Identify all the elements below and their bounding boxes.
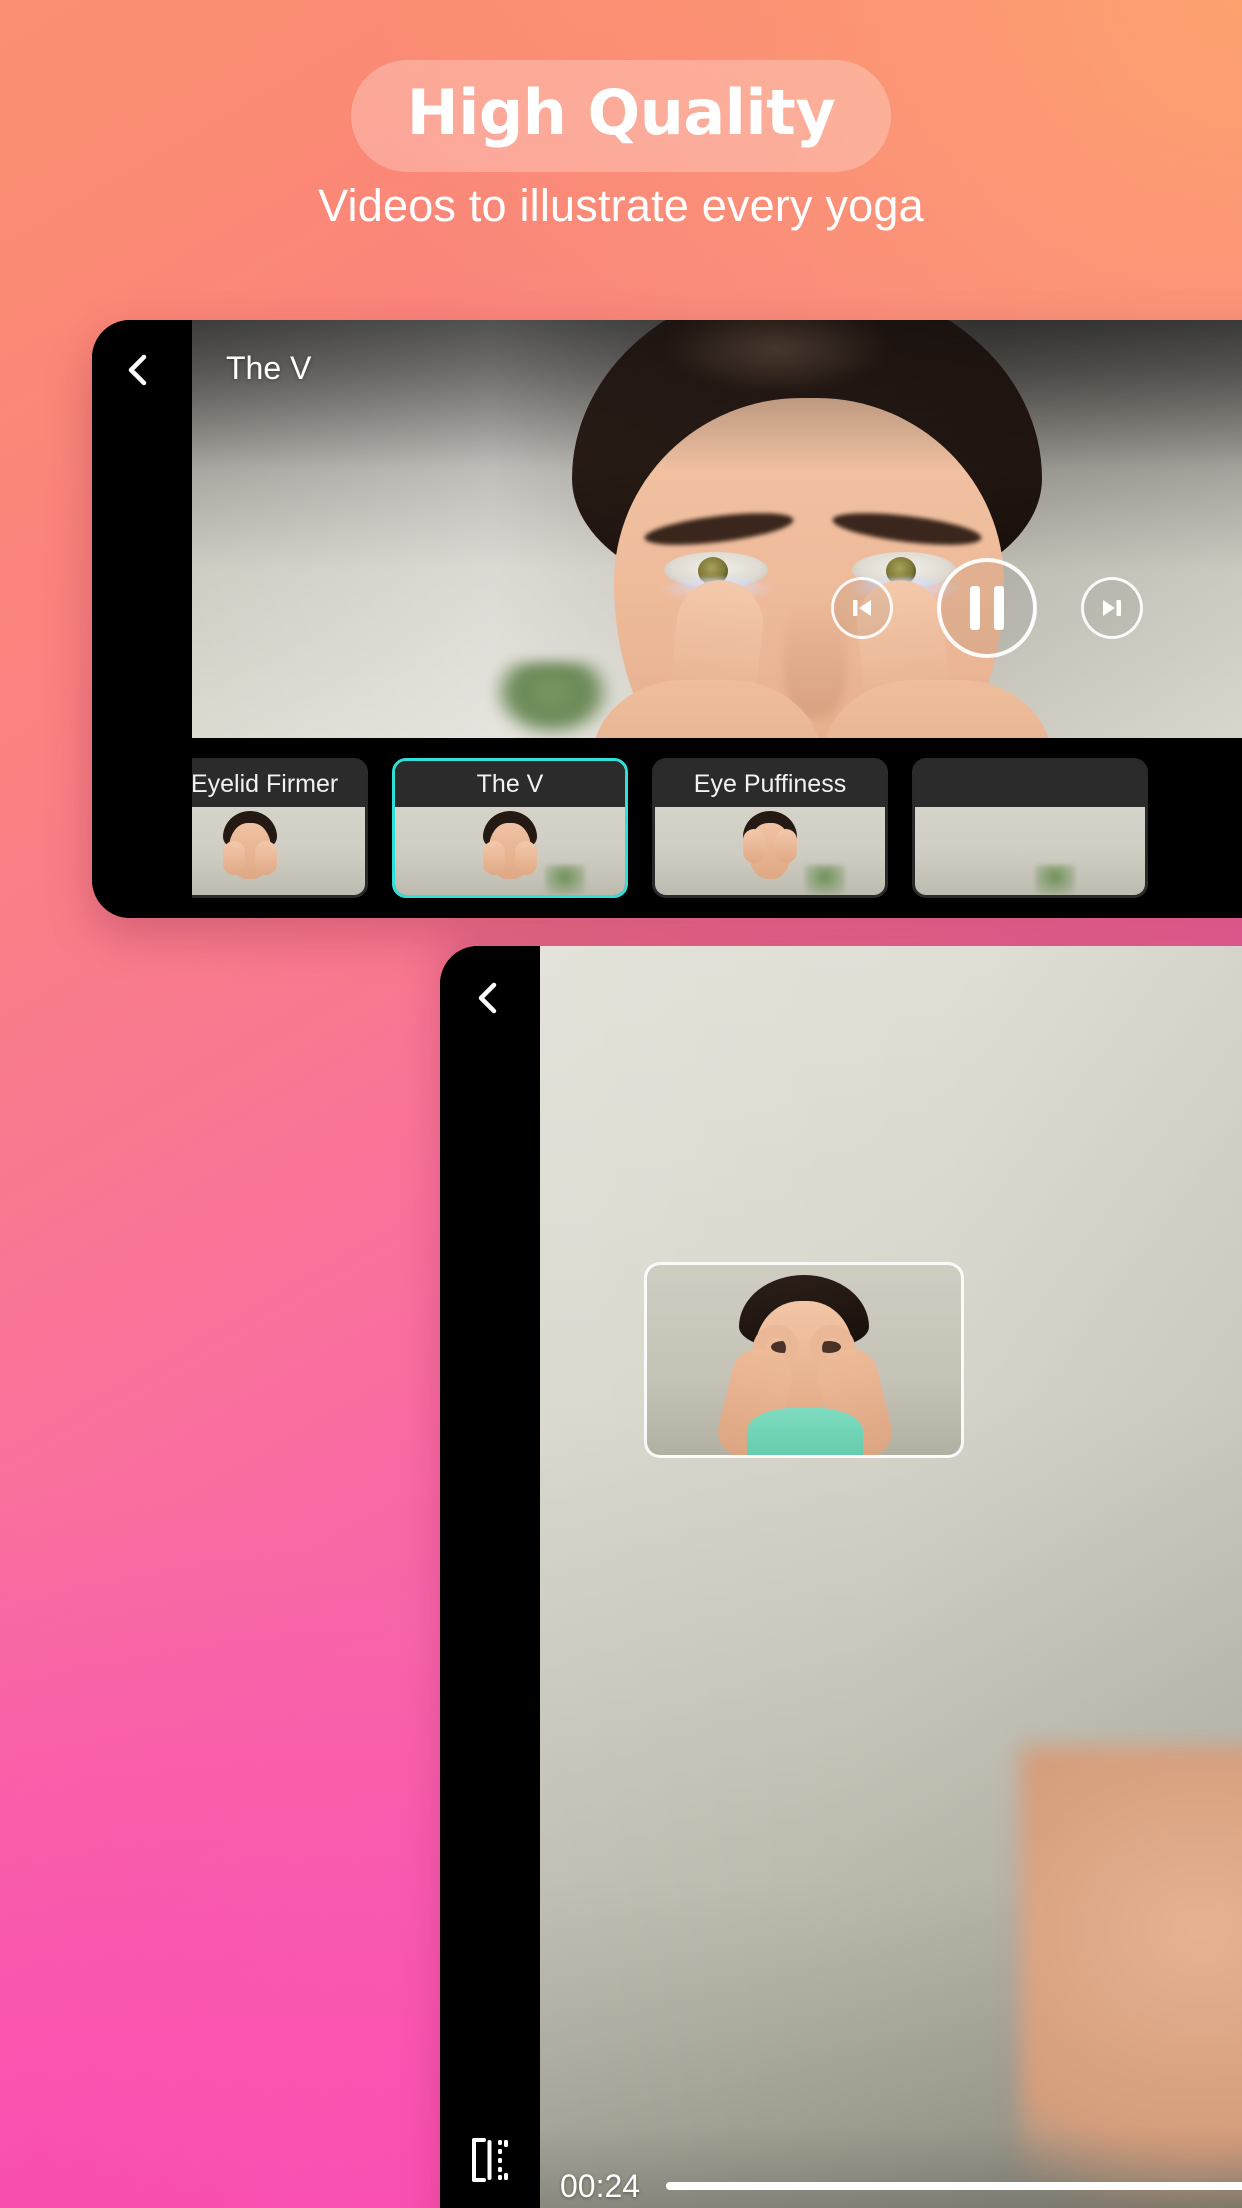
progress-slider[interactable] xyxy=(666,2166,1242,2206)
slider-fill xyxy=(666,2182,1242,2190)
player-left-rail xyxy=(92,320,192,918)
thumbnail-image xyxy=(395,807,625,895)
skip-next-icon[interactable] xyxy=(1081,577,1143,639)
thumbnail-label: The V xyxy=(395,761,625,807)
chevron-left-icon[interactable] xyxy=(118,350,158,390)
pause-icon[interactable] xyxy=(937,558,1037,658)
thumbnail-label: Eye Puffiness xyxy=(655,761,885,807)
phone-mockup-detail: 00:24 © Truehira, Inc. xyxy=(440,946,1242,2208)
high-quality-badge: High Quality xyxy=(350,60,892,172)
thumbnail-image xyxy=(192,807,365,895)
video-surface[interactable]: The V xyxy=(192,320,1242,738)
thumbnail-item[interactable]: er Eyelid Firmer xyxy=(192,758,368,898)
subtitle-text: Videos to illustrate every yoga xyxy=(318,180,924,231)
player-body: The V Eyelid Firmer The V Eye Puffiness xyxy=(192,320,1242,918)
phone-mockup-player: The V Eyelid Firmer The V Eye Puffiness xyxy=(92,320,1242,918)
promo-screenshot: High Quality Videos to illustrate every … xyxy=(0,0,1242,2208)
video-title: The V xyxy=(226,350,312,386)
timecode-label: 00:24 xyxy=(560,2167,641,2204)
thumbnail-label xyxy=(915,761,1145,807)
exercise-thumbnail-strip[interactable]: er Eyelid Firmer The V xyxy=(192,738,1242,918)
playback-controls xyxy=(192,558,1242,658)
thumbnail-item[interactable] xyxy=(912,758,1148,898)
preview-avatar xyxy=(712,1275,898,1455)
thumbnail-image xyxy=(655,807,885,895)
top-gradient-overlay xyxy=(192,320,1242,470)
thumbnail-item[interactable]: Eye Puffiness xyxy=(652,758,888,898)
thumbnail-label: er Eyelid Firmer xyxy=(192,761,365,807)
headline-block: High Quality xyxy=(0,60,1242,172)
detail-video-surface[interactable]: 00:24 © Truehira, Inc. xyxy=(540,946,1242,2208)
thumbnail-item[interactable]: The V xyxy=(392,758,628,898)
skip-previous-icon[interactable] xyxy=(831,577,893,639)
thumbnail-image xyxy=(915,807,1145,895)
detail-playback-bar: 00:24 xyxy=(540,2126,1242,2208)
chevron-left-icon[interactable] xyxy=(468,978,508,1018)
video-preview-card[interactable] xyxy=(644,1262,964,1458)
detail-left-rail xyxy=(440,946,540,2208)
badge-label: High Quality xyxy=(406,76,836,149)
mirror-flip-icon[interactable] xyxy=(466,2134,512,2186)
